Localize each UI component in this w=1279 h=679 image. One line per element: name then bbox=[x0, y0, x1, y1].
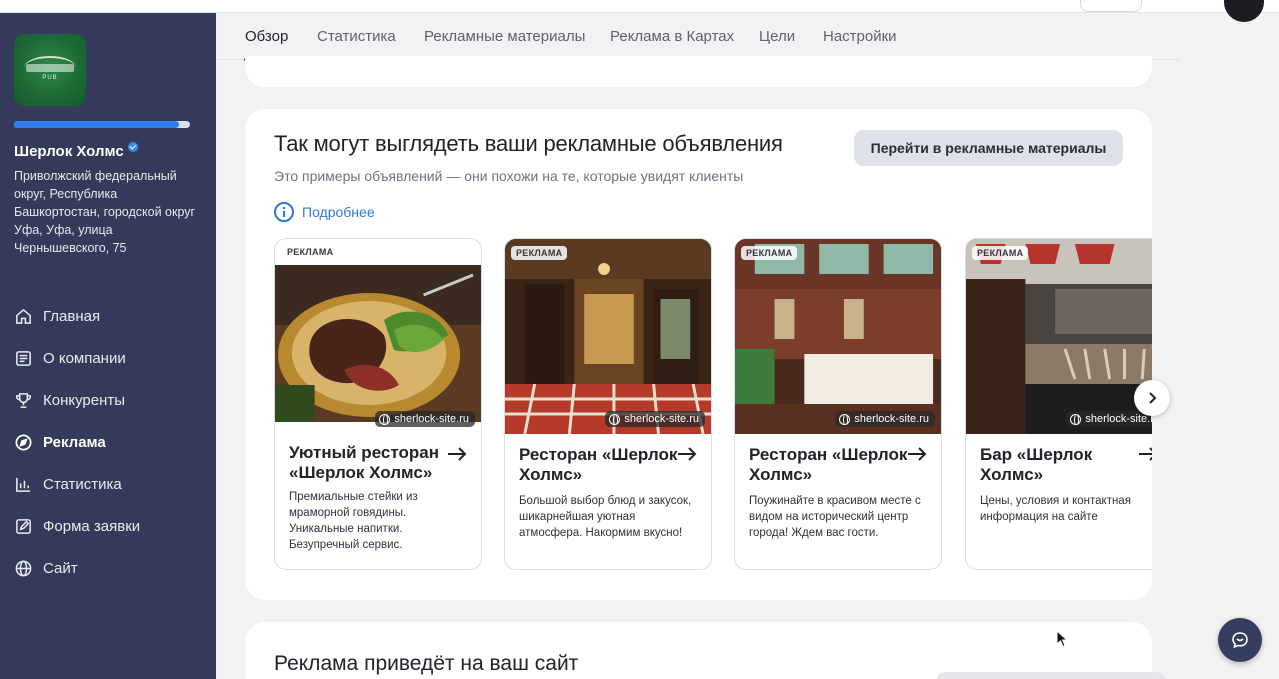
site-chip: sherlock-site.ru bbox=[605, 411, 705, 427]
dining-room-photo bbox=[735, 239, 941, 434]
top-bar bbox=[0, 0, 1279, 22]
tab-maps-ads[interactable]: Реклама в Картах bbox=[610, 28, 734, 45]
site-domain: sherlock-site.ru bbox=[1085, 413, 1152, 425]
globe-small-icon bbox=[379, 413, 391, 426]
verified-badge-icon bbox=[127, 141, 138, 152]
site-domain: sherlock-site.ru bbox=[854, 413, 929, 425]
tab-goals[interactable]: Цели bbox=[759, 28, 795, 45]
site-domain: sherlock-site.ru bbox=[394, 413, 469, 425]
sidebar-nav: Главная О компании Конкуренты Реклама Ст… bbox=[0, 295, 216, 589]
ad-title: Бар «Шерлок Холмс» bbox=[980, 445, 1093, 484]
globe-small-icon bbox=[609, 413, 621, 426]
section-title: Реклама приведёт на ваш сайт bbox=[274, 652, 579, 675]
sidebar-item-home[interactable]: Главная bbox=[0, 295, 216, 337]
ad-badge: РЕКЛАМА bbox=[972, 246, 1029, 260]
ad-title: Уютный ресторан «Шерлок Холмс» bbox=[289, 443, 439, 482]
chat-icon bbox=[1232, 632, 1248, 649]
ad-card[interactable]: РЕКЛАМА sherlock-site.ru Бар «Шерлок Хол… bbox=[965, 238, 1152, 570]
business-name: Шерлок Холмс bbox=[14, 141, 138, 160]
more-info-link[interactable]: Подробнее bbox=[274, 202, 375, 222]
ad-card[interactable]: РЕКЛАМА sherlock-site.ru Уютный ресторан… bbox=[274, 238, 482, 570]
arrow-right-icon bbox=[908, 447, 927, 461]
tab-settings[interactable]: Настройки bbox=[823, 28, 897, 45]
business-logo[interactable]: PUB bbox=[14, 34, 86, 106]
sidebar: PUB Шерлок Холмс Приволжский федеральный… bbox=[0, 13, 216, 679]
globe-small-icon bbox=[1070, 413, 1082, 426]
trophy-icon bbox=[15, 392, 32, 408]
ad-preview-card: Так могут выглядеть ваши рекламные объяв… bbox=[245, 109, 1152, 600]
ad-badge: РЕКЛАМА bbox=[741, 246, 798, 260]
sidebar-item-form[interactable]: Форма заявки bbox=[0, 505, 216, 547]
steak-photo bbox=[275, 265, 481, 422]
site-ads-card: Реклама приведёт на ваш сайт bbox=[245, 622, 1166, 679]
logo-text: PUB bbox=[42, 75, 58, 81]
go-to-materials-button[interactable]: Перейти в рекламные материалы bbox=[854, 130, 1123, 166]
progress-fill bbox=[14, 121, 180, 128]
sidebar-item-statistics[interactable]: Статистика bbox=[0, 463, 216, 505]
ad-title: Ресторан «Шерлок Холмс» bbox=[519, 445, 678, 484]
sidebar-item-label: О компании bbox=[43, 349, 126, 367]
chevron-right-icon bbox=[1149, 392, 1157, 404]
bar-chart-icon bbox=[16, 477, 31, 492]
ad-description: Премиальные стейки из мраморной говядины… bbox=[289, 491, 418, 551]
form-edit-icon bbox=[16, 518, 31, 534]
ad-description: Поужинайте в красивом месте с видом на и… bbox=[749, 495, 921, 539]
top-bar-button[interactable] bbox=[1080, 0, 1142, 12]
site-chip: sherlock-site.ru bbox=[375, 411, 475, 427]
tab-ad-materials[interactable]: Рекламные материалы bbox=[424, 28, 585, 45]
sidebar-item-label: Статистика bbox=[43, 475, 122, 493]
site-chip: sherlock-site.ru bbox=[835, 411, 935, 427]
ad-badge: РЕКЛАМА bbox=[511, 246, 568, 260]
sidebar-item-label: Главная bbox=[43, 307, 101, 325]
sidebar-item-site[interactable]: Сайт bbox=[0, 547, 216, 589]
arrow-right-icon bbox=[448, 447, 467, 461]
ad-badge: РЕКЛАМА bbox=[287, 247, 334, 257]
arrow-right-icon bbox=[1139, 447, 1152, 461]
site-card-button[interactable] bbox=[936, 672, 1166, 679]
document-icon bbox=[16, 350, 31, 366]
business-name-text: Шерлок Холмс bbox=[14, 143, 124, 160]
ad-title: Ресторан «Шерлок Холмс» bbox=[749, 445, 908, 484]
more-info-label: Подробнее bbox=[302, 204, 375, 220]
logo-band bbox=[26, 64, 74, 72]
bar-photo bbox=[966, 239, 1152, 434]
tab-bar: Обзор Статистика Рекламные материалы Рек… bbox=[216, 13, 1180, 61]
sidebar-item-competitors[interactable]: Конкуренты bbox=[0, 379, 216, 421]
tab-overview[interactable]: Обзор bbox=[245, 28, 288, 45]
ad-description: Большой выбор блюд и закусок, шикарнейша… bbox=[519, 495, 692, 539]
sidebar-item-label: Конкуренты bbox=[43, 391, 126, 409]
user-avatar[interactable] bbox=[1224, 0, 1264, 22]
section-title: Так могут выглядеть ваши рекламные объяв… bbox=[274, 131, 783, 156]
site-chip: sherlock-site.ru bbox=[1066, 411, 1152, 427]
mouse-cursor-icon bbox=[1056, 630, 1069, 648]
site-domain: sherlock-site.ru bbox=[624, 413, 699, 425]
profile-progress-bar bbox=[14, 121, 190, 128]
ad-card[interactable]: РЕКЛАМА sherlock-site.ru Ресторан «Шерло… bbox=[734, 238, 942, 570]
business-address: Приволжский федеральный округ, Республик… bbox=[14, 169, 196, 255]
sidebar-item-about[interactable]: О компании bbox=[0, 337, 216, 379]
home-icon bbox=[16, 308, 31, 324]
sidebar-item-label: Сайт bbox=[43, 559, 78, 577]
sidebar-item-ads[interactable]: Реклама bbox=[0, 421, 216, 463]
compass-icon bbox=[15, 434, 32, 450]
arrow-right-icon bbox=[678, 447, 697, 461]
restaurant-interior-photo bbox=[505, 239, 711, 434]
ad-description: Цены, условия и контактная информация на… bbox=[980, 495, 1131, 523]
globe-icon bbox=[15, 560, 32, 576]
ad-card[interactable]: РЕКЛАМА sherlock-site.ru Ресторан «Шерло… bbox=[504, 238, 712, 570]
support-chat-button[interactable] bbox=[1218, 618, 1262, 662]
section-subtitle: Это примеры объявлений — они похожи на т… bbox=[274, 168, 744, 184]
previous-card bbox=[245, 56, 1152, 87]
sidebar-item-label: Реклама bbox=[43, 433, 106, 451]
sidebar-item-label: Форма заявки bbox=[43, 517, 141, 535]
globe-small-icon bbox=[839, 413, 851, 426]
info-icon bbox=[274, 202, 294, 222]
carousel-next-button[interactable] bbox=[1134, 380, 1170, 416]
tab-statistics[interactable]: Статистика bbox=[317, 28, 396, 45]
